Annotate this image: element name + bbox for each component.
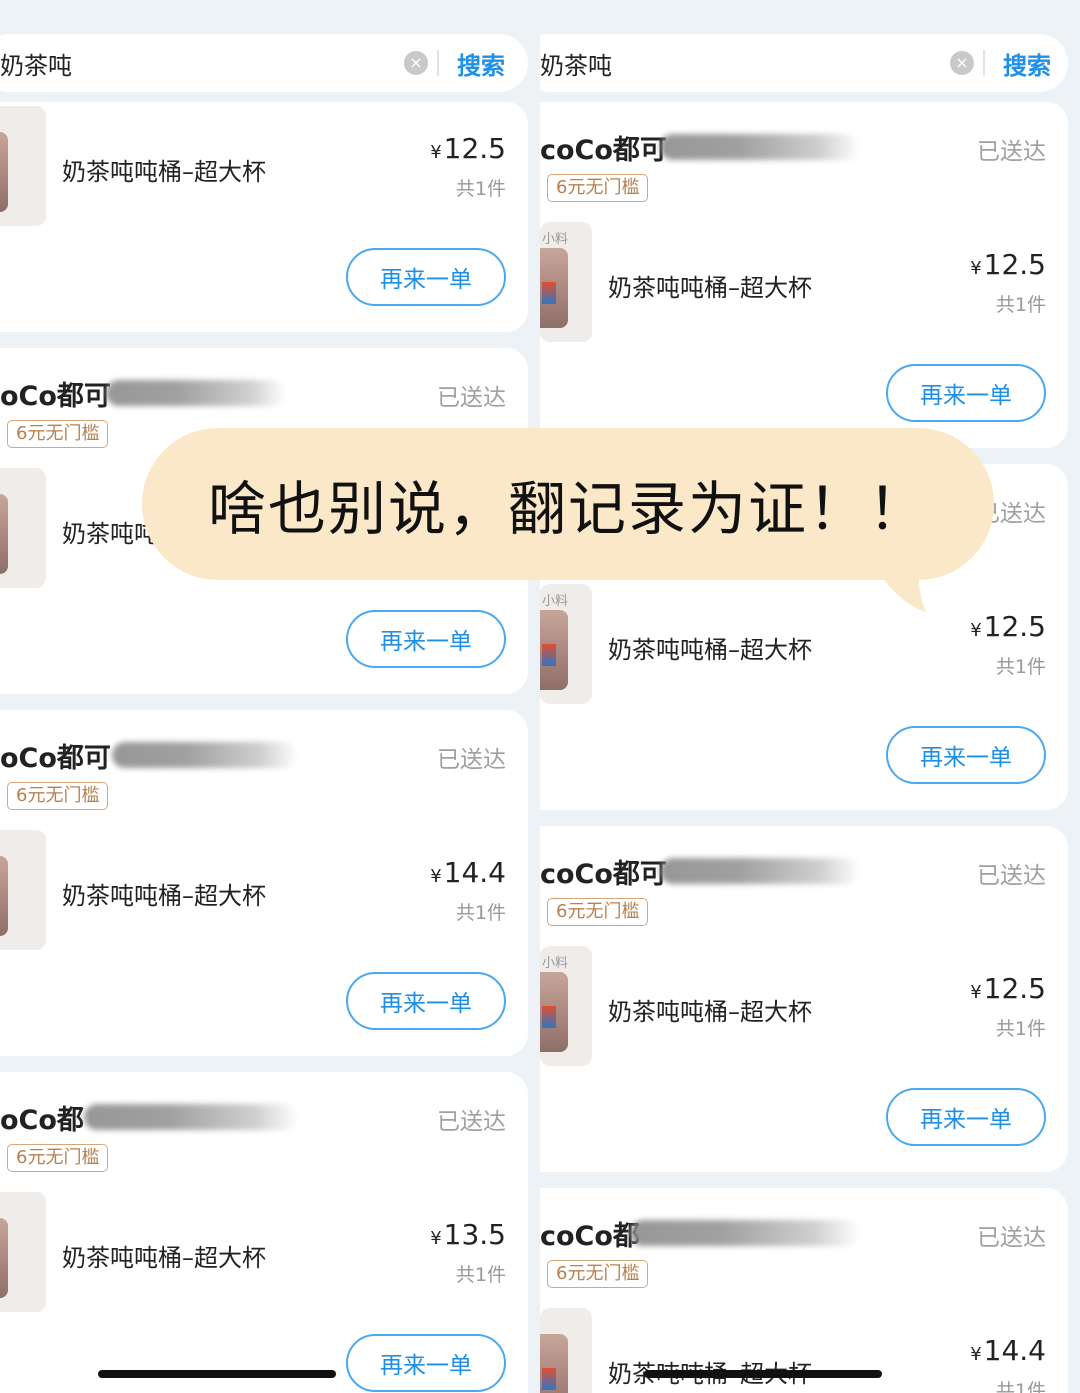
coupon-tag: 6元无门槛 bbox=[547, 1260, 649, 1288]
item-name: 奶茶吨吨桶–超大杯 bbox=[608, 998, 812, 1026]
redacted-text bbox=[630, 1220, 860, 1246]
search-input[interactable]: 奶茶吨 bbox=[0, 46, 72, 81]
quantity: 共1件 bbox=[995, 1380, 1046, 1393]
reorder-button[interactable]: 再来一单 bbox=[346, 248, 506, 306]
quantity: 共1件 bbox=[455, 1264, 506, 1286]
order-card[interactable]: 料 奶茶吨吨桶–超大杯 ¥12.5 共1件 再来一单 bbox=[0, 102, 528, 332]
reorder-button[interactable]: 再来一单 bbox=[886, 364, 1046, 422]
home-indicator bbox=[98, 1370, 336, 1378]
search-button[interactable]: 搜索 bbox=[1003, 46, 1051, 81]
order-status: 已送达 bbox=[437, 747, 506, 773]
order-card[interactable]: coCo都 已送达 6元无门槛 奶茶吨吨桶–超大杯 ¥14.4 共1件 bbox=[540, 1188, 1068, 1393]
product-thumbnail bbox=[0, 830, 46, 950]
quantity: 共1件 bbox=[455, 178, 506, 200]
divider bbox=[437, 50, 439, 76]
order-card[interactable]: coCo都可 已送达 6元无门槛 小料 奶茶吨吨桶–超大杯 ¥12.5 共1件 … bbox=[540, 102, 1068, 448]
shop-name: coCo都可 bbox=[540, 135, 667, 166]
reorder-button[interactable]: 再来一单 bbox=[346, 1334, 506, 1392]
search-button[interactable]: 搜索 bbox=[457, 46, 505, 81]
redacted-text bbox=[660, 858, 860, 884]
order-status: 已送达 bbox=[977, 139, 1046, 165]
thumbnail-caption: 小料 bbox=[542, 232, 569, 247]
product-thumbnail bbox=[0, 1192, 46, 1312]
order-status: 已送达 bbox=[437, 385, 506, 411]
order-card[interactable]: oCo都可 已送达 6元无门槛 奶茶吨吨桶–超大杯 ¥14.4 共1件 再来一单 bbox=[0, 710, 528, 1056]
coupon-tag: 6元无门槛 bbox=[547, 174, 649, 202]
redacted-text bbox=[660, 134, 860, 160]
order-status: 已送达 bbox=[977, 1225, 1046, 1251]
shop-name: oCo都可 bbox=[0, 381, 111, 412]
item-name: 奶茶吨吨桶–超大杯 bbox=[62, 158, 266, 186]
speech-bubble: 啥也别说，翻记录为证！！ bbox=[142, 428, 994, 580]
item-name: 奶茶吨吨桶–超大杯 bbox=[608, 274, 812, 302]
reorder-button[interactable]: 再来一单 bbox=[886, 1088, 1046, 1146]
right-screenshot: 奶茶吨 × 搜索 coCo都可 已送达 6元无门槛 小料 奶茶吨吨桶–超大杯 ¥… bbox=[540, 0, 1080, 1393]
price: ¥13.5 bbox=[430, 1218, 506, 1251]
order-card[interactable]: oCo都 已送达 6元无门槛 奶茶吨吨桶–超大杯 ¥13.5 共1件 再来一单 bbox=[0, 1072, 528, 1393]
shop-name: oCo都可 bbox=[0, 743, 111, 774]
redacted-text bbox=[84, 1104, 298, 1130]
product-thumbnail: 料 bbox=[0, 106, 46, 226]
coupon-tag: 6元无门槛 bbox=[7, 1144, 109, 1172]
overlay-caption: 啥也别说，翻记录为证！！ bbox=[207, 475, 928, 543]
product-thumbnail: 小料 bbox=[540, 222, 592, 342]
shop-name: oCo都 bbox=[0, 1105, 84, 1136]
price: ¥12.5 bbox=[970, 610, 1046, 643]
price: ¥12.5 bbox=[970, 972, 1046, 1005]
search-input[interactable]: 奶茶吨 bbox=[540, 46, 612, 81]
quantity: 共1件 bbox=[455, 902, 506, 924]
thumbnail-caption: 小料 bbox=[542, 956, 569, 971]
quantity: 共1件 bbox=[995, 1018, 1046, 1040]
reorder-button[interactable]: 再来一单 bbox=[886, 726, 1046, 784]
reorder-button[interactable]: 再来一单 bbox=[346, 972, 506, 1030]
item-name: 奶茶吨吨桶–超大杯 bbox=[62, 1244, 266, 1272]
reorder-button[interactable]: 再来一单 bbox=[346, 610, 506, 668]
clear-icon[interactable]: × bbox=[404, 51, 428, 75]
redacted-text bbox=[112, 742, 298, 768]
price: ¥12.5 bbox=[970, 248, 1046, 281]
redacted-text bbox=[106, 380, 286, 406]
shop-name: coCo都 bbox=[540, 1221, 640, 1252]
clear-icon[interactable]: × bbox=[950, 51, 974, 75]
divider bbox=[983, 50, 985, 76]
left-screenshot: 奶茶吨 × 搜索 料 奶茶吨吨桶–超大杯 ¥12.5 共1件 再来一单 oCo都… bbox=[0, 0, 540, 1393]
shop-name: coCo都可 bbox=[540, 859, 667, 890]
product-thumbnail bbox=[540, 1308, 592, 1393]
coupon-tag: 6元无门槛 bbox=[7, 420, 109, 448]
quantity: 共1件 bbox=[995, 294, 1046, 316]
order-status: 已送达 bbox=[437, 1109, 506, 1135]
item-name: 奶茶吨吨桶–超大杯 bbox=[608, 636, 812, 664]
thumbnail-caption: 小料 bbox=[542, 594, 569, 609]
home-indicator bbox=[644, 1370, 882, 1378]
price: ¥12.5 bbox=[430, 132, 506, 165]
search-bar[interactable]: 奶茶吨 × 搜索 bbox=[0, 34, 528, 92]
search-bar[interactable]: 奶茶吨 × 搜索 bbox=[540, 34, 1068, 92]
product-thumbnail: 小料 bbox=[540, 584, 592, 704]
price: ¥14.4 bbox=[430, 856, 506, 889]
price: ¥14.4 bbox=[970, 1334, 1046, 1367]
order-card[interactable]: coCo都可 已送达 6元无门槛 小料 奶茶吨吨桶–超大杯 ¥12.5 共1件 … bbox=[540, 826, 1068, 1172]
coupon-tag: 6元无门槛 bbox=[7, 782, 109, 810]
item-name: 奶茶吨吨桶–超大杯 bbox=[62, 882, 266, 910]
product-thumbnail: 料 bbox=[0, 468, 46, 588]
quantity: 共1件 bbox=[995, 656, 1046, 678]
coupon-tag: 6元无门槛 bbox=[547, 898, 649, 926]
product-thumbnail: 小料 bbox=[540, 946, 592, 1066]
order-status: 已送达 bbox=[977, 863, 1046, 889]
